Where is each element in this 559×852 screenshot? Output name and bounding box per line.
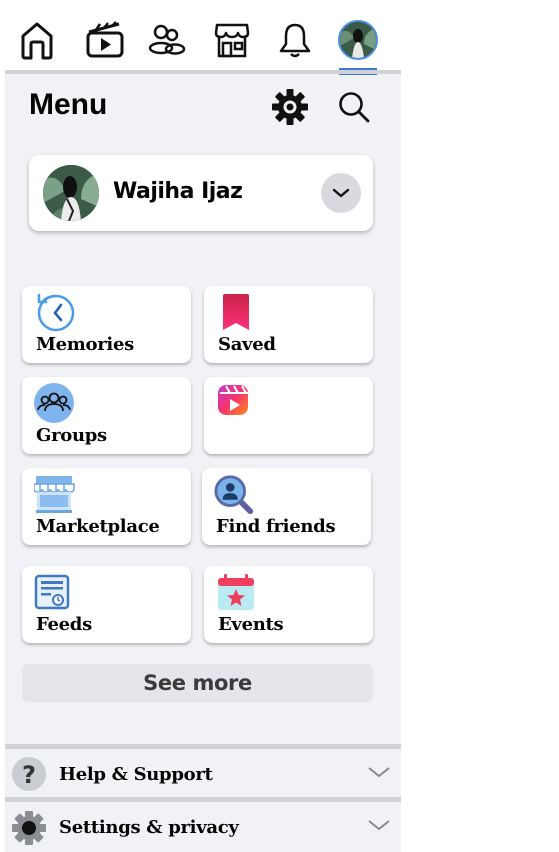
marketplace-store-icon bbox=[34, 476, 75, 513]
switch-profile-button[interactable] bbox=[321, 173, 361, 213]
shortcut-label: Saved bbox=[218, 334, 276, 355]
chevron-down-icon bbox=[332, 188, 350, 198]
marketplace-icon bbox=[214, 23, 250, 58]
page-title: Menu bbox=[29, 88, 108, 121]
shortcut-label: Events bbox=[218, 614, 284, 635]
nav-notifications[interactable] bbox=[273, 18, 317, 62]
shortcut-saved[interactable]: Saved bbox=[204, 286, 373, 363]
reels-icon bbox=[218, 385, 248, 415]
search-icon bbox=[339, 92, 370, 123]
section-divider bbox=[5, 744, 401, 749]
nav-marketplace[interactable] bbox=[210, 18, 254, 62]
video-icon bbox=[86, 21, 124, 58]
search-button[interactable] bbox=[333, 86, 375, 128]
calendar-icon bbox=[218, 574, 254, 610]
nav-video[interactable] bbox=[83, 18, 127, 62]
settings-button[interactable] bbox=[269, 86, 311, 128]
avatar-image bbox=[43, 165, 99, 221]
svg-text:?: ? bbox=[22, 761, 36, 789]
friends-icon bbox=[148, 24, 186, 55]
bell-icon bbox=[279, 23, 311, 58]
shortcut-label: Memories bbox=[36, 334, 134, 355]
bookmark-icon bbox=[223, 294, 249, 330]
help-support-row[interactable]: ? Help & Support bbox=[5, 750, 401, 796]
home-icon bbox=[21, 22, 53, 60]
shortcut-find-friends[interactable]: Find friends bbox=[202, 468, 371, 545]
shortcut-label: Groups bbox=[36, 425, 107, 446]
gear-icon bbox=[12, 811, 46, 845]
nav-divider bbox=[5, 70, 401, 74]
shortcut-memories[interactable]: Memories bbox=[22, 286, 191, 363]
groups-icon bbox=[34, 383, 74, 423]
shortcut-feeds[interactable]: Feeds bbox=[22, 566, 191, 643]
nav-friends[interactable] bbox=[145, 18, 189, 62]
gear-icon bbox=[272, 89, 308, 125]
shortcut-marketplace[interactable]: Marketplace bbox=[22, 468, 191, 545]
memories-clock-icon bbox=[37, 293, 75, 332]
feeds-icon bbox=[34, 574, 70, 610]
settings-privacy-row[interactable]: Settings & privacy bbox=[5, 803, 401, 849]
chevron-down-icon bbox=[368, 767, 390, 778]
see-more-button[interactable]: See more bbox=[22, 664, 373, 702]
section-label: Settings & privacy bbox=[59, 817, 239, 838]
section-divider bbox=[5, 797, 401, 802]
nav-home[interactable] bbox=[15, 18, 59, 62]
profile-name: Wajiha Ijaz bbox=[113, 179, 243, 204]
find-friends-icon bbox=[214, 475, 254, 515]
avatar-image bbox=[340, 22, 376, 58]
profile-avatar-large bbox=[43, 165, 99, 221]
shortcut-events[interactable]: Events bbox=[204, 566, 373, 643]
shortcut-groups[interactable]: Groups bbox=[22, 377, 191, 454]
app-screen: Menu Wajiha Ijaz Memories Saved Groups M… bbox=[5, 0, 401, 852]
chevron-down-icon bbox=[368, 820, 390, 831]
question-mark-icon: ? bbox=[12, 757, 46, 791]
shortcut-label: Feeds bbox=[36, 614, 92, 635]
shortcut-label: Marketplace bbox=[36, 516, 160, 537]
shortcut-reels[interactable] bbox=[204, 377, 373, 454]
profile-card[interactable]: Wajiha Ijaz bbox=[29, 155, 373, 231]
nav-profile-menu[interactable] bbox=[336, 18, 380, 62]
top-navigation bbox=[5, 0, 401, 75]
section-label: Help & Support bbox=[59, 764, 213, 785]
profile-avatar bbox=[338, 20, 378, 60]
shortcut-label: Find friends bbox=[216, 516, 336, 537]
